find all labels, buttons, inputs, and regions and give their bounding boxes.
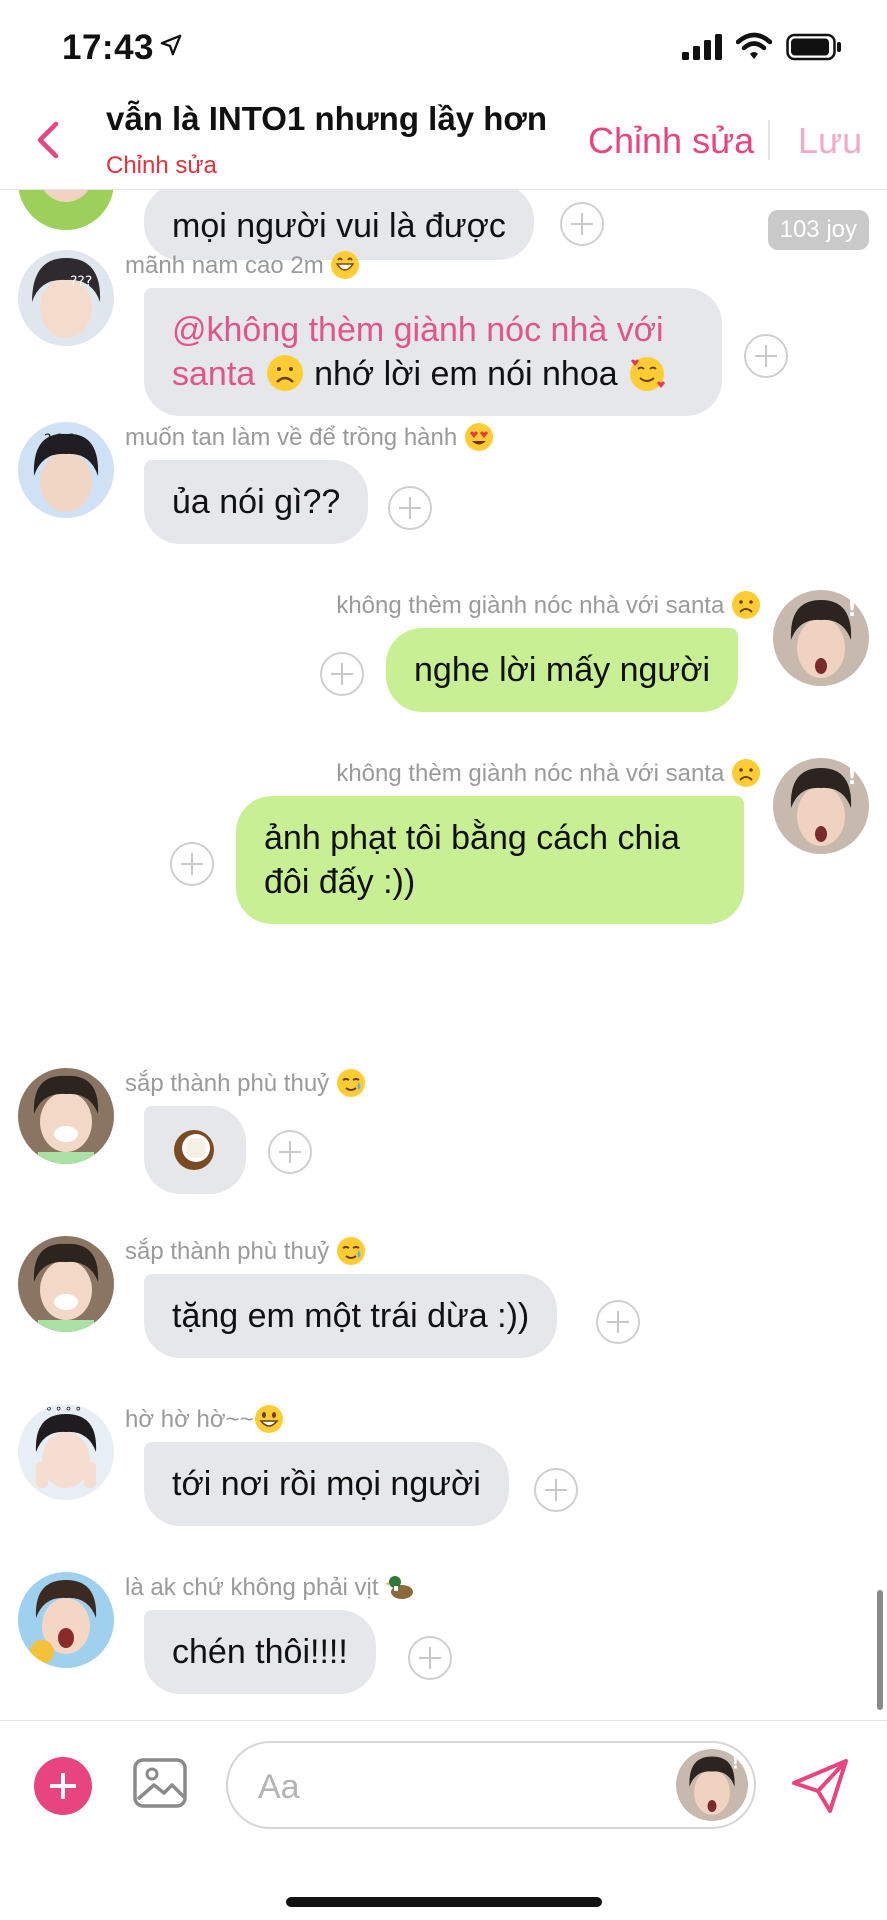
avatar[interactable] bbox=[18, 1572, 114, 1668]
message-text: nhớ lời em nói nhoa bbox=[314, 355, 618, 393]
avatar[interactable] bbox=[18, 190, 114, 230]
battery-icon bbox=[786, 33, 841, 61]
message-bubble[interactable]: @không thèm giành nóc nhà với santa nhớ … bbox=[144, 288, 722, 416]
message-text: ảnh phạt tôi bằng cách chia đôi đấy :)) bbox=[264, 819, 680, 901]
add-reaction-button[interactable] bbox=[596, 1300, 640, 1344]
home-indicator bbox=[286, 1897, 602, 1907]
avatar[interactable]: ? ? ? bbox=[18, 422, 114, 518]
sender-name-text: mãnh nam cao 2m bbox=[125, 252, 324, 279]
svg-text:???: ??? bbox=[70, 274, 92, 290]
sender-name: hờ hờ hờ~~ bbox=[125, 1404, 284, 1434]
location-arrow-icon bbox=[160, 34, 182, 56]
avatar[interactable]: ° ° ° ° ° bbox=[18, 1404, 114, 1500]
frowning-emoji-icon bbox=[266, 355, 303, 391]
avatar[interactable] bbox=[18, 1068, 114, 1164]
avatar[interactable]: ! bbox=[773, 590, 869, 686]
message-text: mọi người vui là được bbox=[172, 207, 506, 245]
svg-text:!: ! bbox=[847, 765, 857, 790]
add-reaction-button[interactable] bbox=[320, 652, 364, 696]
duck-emoji-icon bbox=[385, 1576, 414, 1599]
add-reaction-button[interactable] bbox=[170, 842, 214, 886]
coconut-emoji-icon bbox=[174, 1130, 214, 1170]
message-text: nghe lời mấy người bbox=[414, 651, 711, 689]
edit-button[interactable]: Chỉnh sửa bbox=[588, 120, 754, 162]
sender-name-text: hờ hờ hờ~~ bbox=[125, 1406, 254, 1433]
svg-text:° ° ° ° °: ° ° ° ° ° bbox=[36, 1405, 81, 1419]
plus-icon[interactable] bbox=[34, 1757, 92, 1815]
avatar[interactable] bbox=[18, 1236, 114, 1332]
message-bubble[interactable]: nghe lời mấy người bbox=[386, 628, 739, 712]
frowning-emoji-icon bbox=[732, 759, 760, 787]
add-reaction-button[interactable] bbox=[388, 486, 432, 530]
chat-header: vẫn là INTO1 nhưng lầy hơn Chỉnh sửa Chỉ… bbox=[0, 90, 887, 190]
sender-name: không thèm giành nóc nhà với santa bbox=[336, 758, 761, 788]
sender-name-text: sắp thành phù thuỷ bbox=[125, 1070, 330, 1097]
add-reaction-button[interactable] bbox=[744, 334, 788, 378]
crying-smile-emoji-icon bbox=[336, 1069, 365, 1097]
status-bar: 17:43 bbox=[0, 0, 887, 90]
sender-name-text: không thèm giành nóc nhà với santa bbox=[336, 760, 725, 787]
add-reaction-button[interactable] bbox=[560, 202, 604, 246]
add-reaction-button[interactable] bbox=[268, 1130, 312, 1174]
grinning-emoji-icon bbox=[254, 1405, 283, 1433]
message-text: chén thôi!!!! bbox=[172, 1633, 348, 1671]
back-chevron-icon[interactable] bbox=[34, 120, 62, 160]
cellular-signal-icon bbox=[682, 34, 722, 60]
message-composer: ! bbox=[0, 1720, 887, 1920]
message-list[interactable]: mọi người vui là được 103 joy ??? mãnh n… bbox=[0, 190, 887, 1720]
sender-name: sắp thành phù thuỷ bbox=[125, 1236, 366, 1266]
wifi-icon bbox=[736, 32, 772, 59]
message-text: tới nơi rồi mọi người bbox=[172, 1465, 481, 1503]
message-input-container[interactable]: ! bbox=[226, 1741, 756, 1829]
message-bubble[interactable]: ảnh phạt tôi bằng cách chia đôi đấy :)) bbox=[236, 796, 744, 924]
sender-name: là ak chứ không phải vịt bbox=[125, 1572, 415, 1602]
avatar[interactable]: ! bbox=[773, 758, 869, 854]
sender-name-text: là ak chứ không phải vịt bbox=[125, 1574, 379, 1601]
scrollbar[interactable] bbox=[877, 1590, 883, 1710]
frowning-emoji-icon bbox=[732, 591, 760, 619]
message-bubble[interactable]: ủa nói gì?? bbox=[144, 460, 369, 544]
sender-name: sắp thành phù thuỷ bbox=[125, 1068, 366, 1098]
svg-text:!: ! bbox=[847, 597, 857, 622]
grinning-emoji-icon bbox=[331, 251, 360, 279]
sender-name: muốn tan làm về để trồng hành bbox=[125, 422, 494, 452]
sender-name-text: muốn tan làm về để trồng hành bbox=[125, 424, 458, 451]
smiling-hearts-emoji-icon bbox=[630, 357, 666, 391]
sender-name: không thèm giành nóc nhà với santa bbox=[336, 590, 761, 620]
svg-text:? ? ?: ? ? ? bbox=[44, 432, 75, 448]
message-text: tặng em một trái dừa :)) bbox=[172, 1297, 530, 1335]
message-bubble[interactable]: chén thôi!!!! bbox=[144, 1610, 376, 1694]
sender-name: mãnh nam cao 2m bbox=[125, 250, 360, 280]
message-bubble[interactable]: tới nơi rồi mọi người bbox=[144, 1442, 509, 1526]
reaction-count-badge[interactable]: 103 joy bbox=[767, 210, 869, 250]
send-icon[interactable] bbox=[790, 1757, 850, 1815]
add-reaction-button[interactable] bbox=[534, 1468, 578, 1512]
sender-name-text: không thèm giành nóc nhà với santa bbox=[336, 592, 725, 619]
message-bubble[interactable] bbox=[144, 1106, 246, 1194]
status-time: 17:43 bbox=[62, 28, 155, 67]
message-input[interactable] bbox=[258, 1765, 638, 1809]
message-bubble[interactable]: tặng em một trái dừa :)) bbox=[144, 1274, 558, 1358]
heart-eyes-emoji-icon bbox=[464, 423, 493, 451]
save-button[interactable]: Lưu bbox=[798, 120, 862, 162]
header-divider bbox=[768, 120, 770, 160]
image-icon[interactable] bbox=[132, 1755, 188, 1811]
svg-text:!: ! bbox=[732, 1754, 740, 1773]
add-reaction-button[interactable] bbox=[408, 1636, 452, 1680]
avatar[interactable]: ! bbox=[676, 1749, 748, 1821]
avatar[interactable]: ??? bbox=[18, 250, 114, 346]
chat-subtitle-edit-link[interactable]: Chỉnh sửa bbox=[106, 152, 217, 180]
message-text: ủa nói gì?? bbox=[172, 483, 341, 521]
sender-name-text: sắp thành phù thuỷ bbox=[125, 1238, 330, 1265]
chat-title: vẫn là INTO1 nhưng lầy hơn bbox=[106, 100, 547, 137]
crying-smile-emoji-icon bbox=[336, 1237, 365, 1265]
